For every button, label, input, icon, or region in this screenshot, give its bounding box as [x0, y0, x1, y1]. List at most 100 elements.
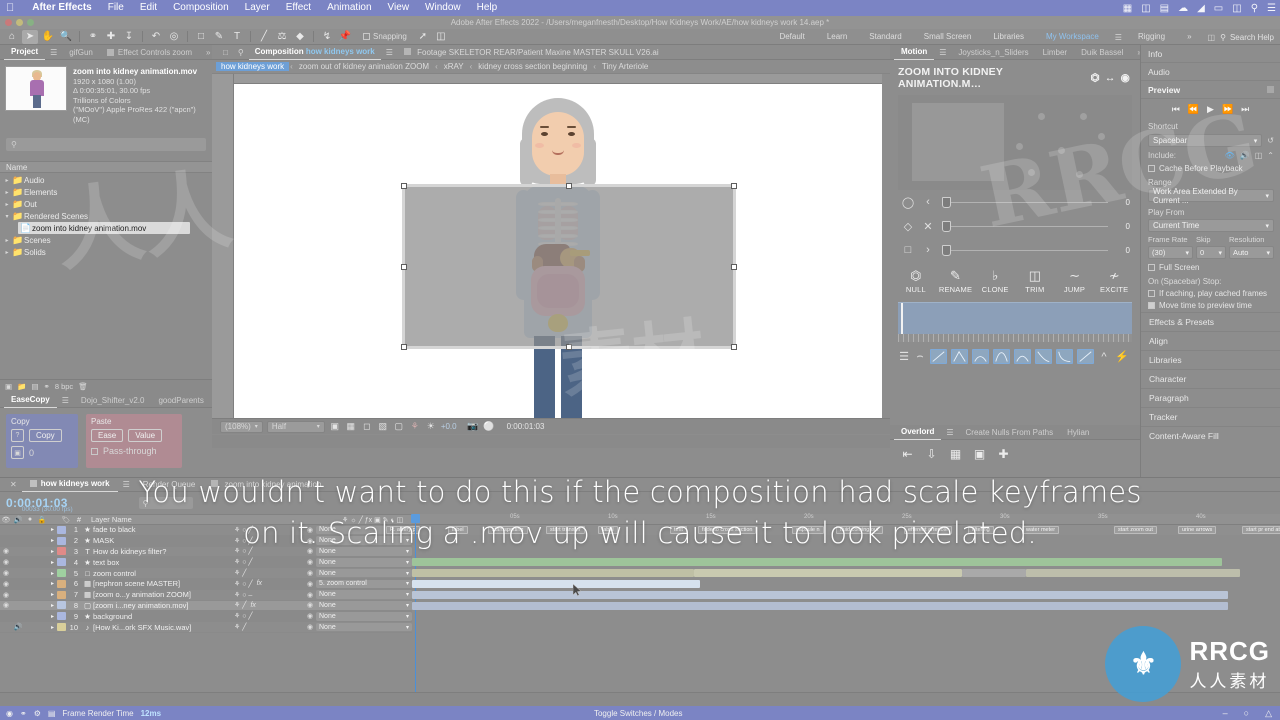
- layer-bar[interactable]: [412, 558, 1222, 566]
- parent-pick-whip-icon[interactable]: ◉: [304, 547, 316, 555]
- battery-icon[interactable]: ▭: [1214, 3, 1223, 14]
- graph-editor-icon[interactable]: ⚙: [34, 709, 41, 718]
- jump-button[interactable]: ∼ JUMP: [1055, 268, 1095, 294]
- ease-preset-curve-up[interactable]: [1056, 349, 1073, 364]
- toggle-switches-modes-button[interactable]: Toggle Switches / Modes: [594, 709, 683, 718]
- tab-goodparents[interactable]: goodParents: [151, 393, 210, 408]
- new-folder-icon[interactable]: 📁: [17, 382, 26, 391]
- brush-tool-icon[interactable]: ╱: [256, 30, 272, 44]
- duplicate-icon[interactable]: ▣: [972, 447, 987, 461]
- grid-icon[interactable]: ▦: [948, 447, 963, 461]
- marker[interactable]: filtering: [968, 526, 994, 534]
- layer-visibility-toggle[interactable]: ◉: [0, 569, 12, 577]
- cloud-icon[interactable]: ☁: [1178, 3, 1188, 14]
- layer-visibility-toggle[interactable]: ◉: [0, 558, 12, 566]
- null-button[interactable]: ⏣ NULL: [896, 268, 936, 294]
- tab-effect-controls[interactable]: Effect Controls zoom: [100, 45, 199, 60]
- motion-slider-row-1[interactable]: ◯ ‹ 0: [890, 190, 1140, 214]
- tab-hylian[interactable]: Hylian: [1060, 425, 1096, 440]
- menu-item-animation[interactable]: Animation: [319, 0, 379, 16]
- marker[interactable]: start pr end at blad.ber: [1242, 526, 1280, 534]
- zoom-tool-icon[interactable]: 🔍: [58, 30, 74, 44]
- new-comp-icon[interactable]: ▣: [5, 382, 12, 391]
- maximize-button[interactable]: [27, 19, 34, 26]
- next-frame-icon[interactable]: ⏩: [1222, 104, 1233, 115]
- layer-parent-select[interactable]: None▾: [316, 568, 412, 578]
- motion-slider-row-2[interactable]: ◇ ✕ 0: [890, 214, 1140, 238]
- layer-bar[interactable]: [412, 602, 1228, 610]
- eraser-tool-icon[interactable]: ◆: [292, 30, 308, 44]
- timeline-menu-icon[interactable]: ☰: [123, 480, 130, 489]
- table-row[interactable]: 🔊 ▸ 10 ♪ [How Ki...ork SFX Music.wav] ⚘ …: [0, 622, 412, 633]
- layer-bar[interactable]: [412, 569, 694, 577]
- zoom-slider-handle[interactable]: ○: [1244, 708, 1249, 718]
- play-icon[interactable]: ▶: [1207, 104, 1214, 115]
- parent-pick-whip-icon[interactable]: ◉: [304, 623, 316, 631]
- cache-before-playback-checkbox[interactable]: [1148, 165, 1155, 172]
- viewer-timecode[interactable]: 0:00:01:03: [507, 422, 545, 431]
- tab-gifgun[interactable]: gifGun: [62, 45, 100, 60]
- search-help-box[interactable]: ⚲ Search Help: [1220, 33, 1280, 42]
- menu-item-after-effects[interactable]: After Effects: [24, 0, 99, 16]
- tab-joysticks-n-sliders[interactable]: Joysticks_n_Sliders: [951, 45, 1035, 60]
- motion-preview-area[interactable]: [898, 95, 1132, 190]
- menu-extras-icon[interactable]: ☰: [1267, 3, 1276, 14]
- marker[interactable]: water meter: [1022, 526, 1060, 534]
- breadcrumb-item-2[interactable]: xRAY: [439, 62, 469, 71]
- delete-icon[interactable]: 🗑: [78, 382, 88, 391]
- comp-flow-icon[interactable]: ⚲: [238, 48, 244, 57]
- frame-rate-select[interactable]: (30) ▾: [1148, 246, 1193, 259]
- full-screen-checkbox[interactable]: [1148, 264, 1155, 271]
- marker[interactable]: efferent arteriole: [904, 526, 952, 534]
- bit-depth-label[interactable]: 8 bpc: [55, 382, 73, 391]
- motion-center-icon[interactable]: ◉: [1121, 72, 1130, 84]
- panel-character[interactable]: Character: [1141, 369, 1280, 388]
- panel-info[interactable]: Info: [1141, 45, 1280, 63]
- project-search-input[interactable]: ⚲: [6, 138, 206, 151]
- clone-button[interactable]: ♭ CLONE: [975, 268, 1015, 294]
- tab-easecopy[interactable]: EaseCopy: [4, 392, 57, 408]
- layer-name[interactable]: MASK: [93, 536, 234, 545]
- layer-visibility-toggle[interactable]: ◉: [0, 591, 12, 599]
- layer-name[interactable]: zoom control: [93, 569, 234, 578]
- workspace-default[interactable]: Default: [768, 29, 815, 45]
- apple-logo-icon[interactable]: : [6, 2, 14, 14]
- tab-project[interactable]: Project: [4, 44, 46, 60]
- search-icon[interactable]: ⚲: [1251, 3, 1258, 14]
- layer-parent-select[interactable]: None▾: [316, 536, 412, 545]
- shortcut-select[interactable]: Spacebar ▾: [1148, 134, 1263, 147]
- layer-visibility-toggle[interactable]: ◉: [0, 580, 12, 588]
- dolly-tool-icon[interactable]: ↧: [121, 30, 137, 44]
- layer-visibility-toggle[interactable]: ◉: [0, 547, 12, 555]
- pixel-aspect-icon[interactable]: ▢: [393, 421, 405, 433]
- square-icon[interactable]: □: [902, 244, 914, 256]
- lightning-icon[interactable]: ⚡: [1115, 351, 1129, 363]
- motion-menu-icon[interactable]: ☰: [939, 48, 946, 57]
- frame-blend-icon[interactable]: ▤: [48, 709, 56, 718]
- workspace-rigging[interactable]: Rigging: [1127, 29, 1176, 45]
- panel-content-aware-fill[interactable]: Content-Aware Fill: [1141, 426, 1280, 445]
- 3d-view-icon[interactable]: ◻: [361, 421, 373, 433]
- layer-expand-arrow[interactable]: ▸: [48, 526, 57, 533]
- video-include-icon[interactable]: 👁: [1225, 151, 1235, 160]
- layer-name[interactable]: background: [93, 612, 234, 621]
- tree-item-audio[interactable]: ▸ 📁 Audio: [0, 174, 212, 186]
- table-row[interactable]: ▸ 2 ★ MASK ⚘ ○ ╱ ◉ None ▾: [0, 535, 412, 547]
- ease-preset-ease-both[interactable]: [993, 349, 1010, 364]
- table-row[interactable]: ◉ ▸ 3 T How do kidneys filter? ⚘ ○ ╱ ◉ N…: [0, 547, 412, 558]
- close-icon[interactable]: ✕: [922, 220, 934, 233]
- layer-parent-select[interactable]: 5. zoom control ▾: [316, 579, 412, 589]
- play-from-select[interactable]: Current Time ▾: [1148, 219, 1274, 232]
- timeline-ruler[interactable]: 05s 10s 15s 20s 25s 30s 35s 40s: [412, 514, 1280, 525]
- marker[interactable]: capsule n: [792, 526, 824, 534]
- table-row[interactable]: ▸ 1 ★ fade to black ⚘ ○ ╱ ◉ None▾: [0, 525, 412, 536]
- panel-tracker[interactable]: Tracker: [1141, 407, 1280, 426]
- menu-item-layer[interactable]: Layer: [237, 0, 278, 16]
- control-center-icon[interactable]: ◫: [1232, 3, 1241, 14]
- tab-create-nulls-from-paths[interactable]: Create Nulls From Paths: [959, 425, 1061, 440]
- excite-button[interactable]: ≁ EXCITE: [1094, 268, 1134, 294]
- arc-icon[interactable]: ⌢: [914, 350, 926, 363]
- paste-ease-button[interactable]: Ease: [91, 429, 124, 442]
- parent-pick-whip-icon[interactable]: ◉: [304, 526, 316, 534]
- exposure-value[interactable]: +0.0: [441, 422, 457, 431]
